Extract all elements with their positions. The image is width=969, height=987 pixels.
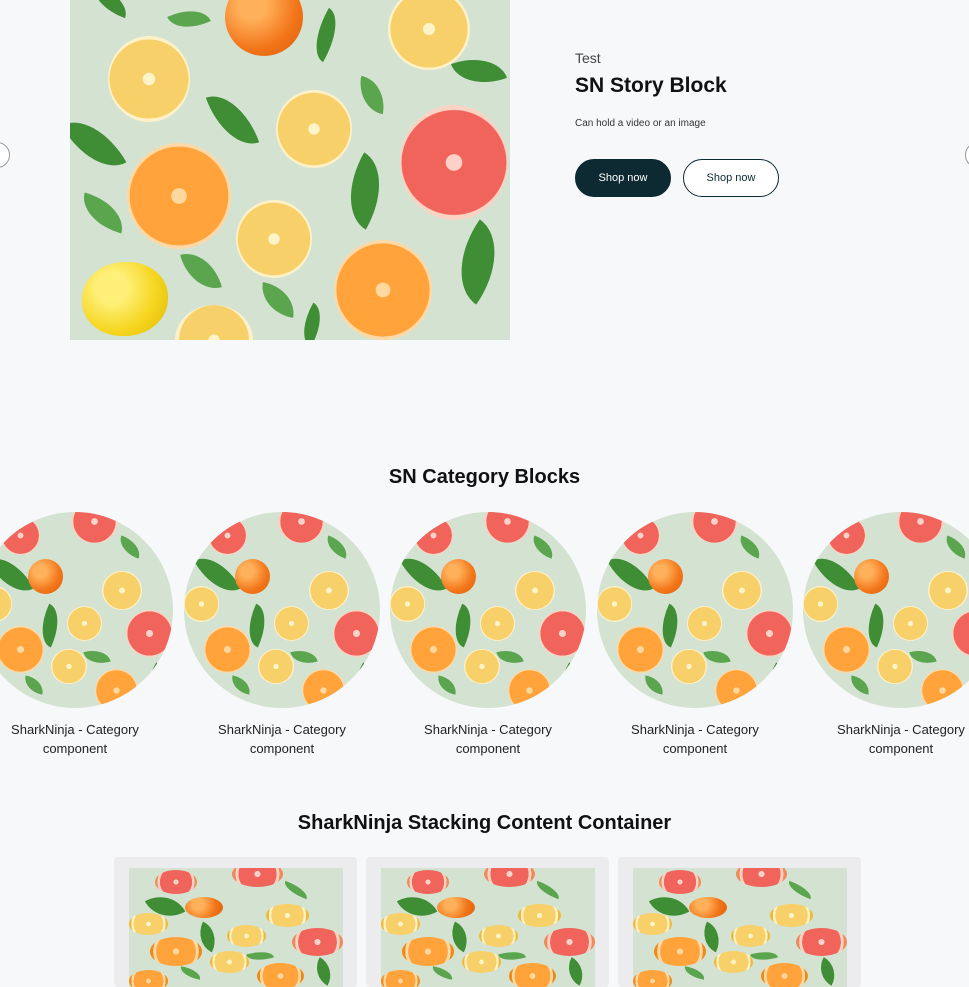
- story-description: Can hold a video or an image: [575, 118, 706, 129]
- category-label[interactable]: SharkNinja - Category component: [597, 720, 793, 758]
- story-content: Test SN Story Block Can hold a video or …: [575, 50, 905, 197]
- stacking-card[interactable]: [366, 857, 609, 987]
- category-label[interactable]: SharkNinja - Category component: [390, 720, 586, 758]
- category-heading: SN Category Blocks: [388, 466, 581, 488]
- stacking-card-image: [129, 868, 343, 987]
- category-item[interactable]: SharkNinja - Category component: [184, 512, 380, 758]
- stacking-card[interactable]: [618, 857, 861, 987]
- stacking-card[interactable]: [114, 857, 357, 987]
- shop-now-secondary-button[interactable]: Shop now: [683, 159, 779, 197]
- category-image[interactable]: [597, 512, 793, 708]
- story-title: SN Story Block: [575, 74, 727, 97]
- stacking-card-image: [633, 868, 847, 987]
- category-image[interactable]: [803, 512, 969, 708]
- story-button-row: Shop now Shop now: [575, 159, 905, 197]
- category-label[interactable]: SharkNinja - Category component: [184, 720, 380, 758]
- carousel-next-icon[interactable]: [965, 142, 969, 168]
- category-label[interactable]: SharkNinja - Category component: [803, 720, 969, 758]
- category-item[interactable]: SharkNinja - Category component: [803, 512, 969, 758]
- shop-now-primary-button[interactable]: Shop now: [575, 159, 671, 197]
- category-label[interactable]: SharkNinja - Category component: [0, 720, 173, 758]
- story-eyebrow: Test: [575, 50, 601, 66]
- stacking-card-image: [381, 868, 595, 987]
- story-image: [70, 0, 510, 340]
- stacking-heading: SharkNinja Stacking Content Container: [297, 812, 672, 834]
- category-image[interactable]: [0, 512, 173, 708]
- category-image[interactable]: [184, 512, 380, 708]
- category-item[interactable]: SharkNinja - Category component: [597, 512, 793, 758]
- category-item[interactable]: SharkNinja - Category component: [390, 512, 586, 758]
- category-item[interactable]: SharkNinja - Category component: [0, 512, 173, 758]
- carousel-prev-icon[interactable]: [0, 142, 10, 168]
- category-image[interactable]: [390, 512, 586, 708]
